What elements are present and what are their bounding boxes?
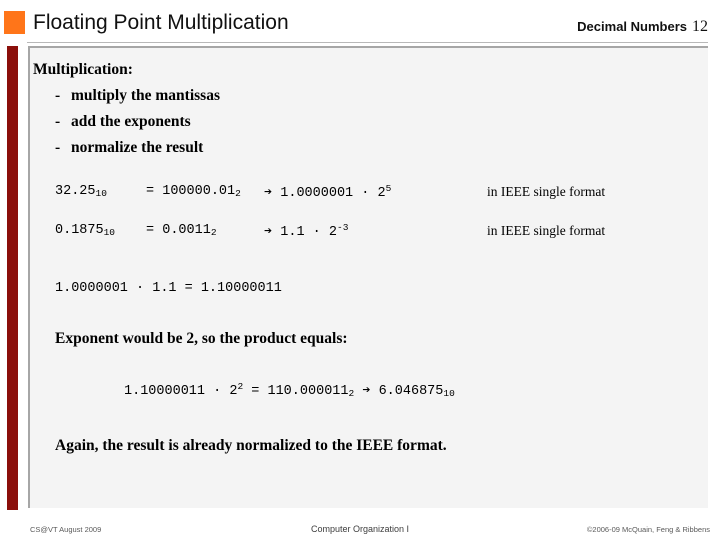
final-exponent: 2 [237,381,244,392]
equation-lhs: 32.2510 [55,184,107,199]
header-divider [27,42,708,43]
left-accent-bar [7,46,18,510]
accent-square-icon [4,11,25,34]
equation-lhs-subscript: 10 [95,188,107,199]
multiply-dot-icon: · [213,384,222,399]
equation-equals: = [146,223,155,238]
bullet-dash: - [55,139,61,156]
equation-middle: = 0.00112 [146,223,217,238]
final-result-binary: 110.000011 [267,384,349,399]
product-line: 1.0000001 · 1.1 = 1.10000011 [55,281,282,296]
equation-base: 2 [328,225,337,240]
final-equation: 1.10000011 · 22 = 110.0000112 ➔ 6.046875… [124,382,455,399]
equation-mid-subscript: 2 [210,227,217,238]
page-title: Floating Point Multiplication [33,11,289,34]
equation-exponent: 5 [385,183,392,194]
bullet-text: add the exponents [71,113,191,130]
equation-note: in IEEE single format [487,184,606,199]
arrow-icon: ➔ [264,186,273,201]
final-result-decimal-subscript: 10 [443,388,455,399]
equation-lhs: 0.187510 [55,223,115,238]
equation-mid-value: 100000.01 [162,184,236,199]
equation-row: 32.2510 = 100000.012 ➔ 1.0000001 · 25 in… [0,184,720,206]
bullet-text: multiply the mantissas [71,87,220,104]
bullet-dash: - [55,113,61,130]
equation-lhs-value: 32.25 [55,184,96,199]
header-right-group: Decimal Numbers 12 [577,18,708,36]
footer-right-text: ©2006-09 McQuain, Feng & Ribbens [586,525,710,534]
equation-mid-value: 0.0011 [162,223,211,238]
slide-number: 12 [692,18,708,35]
lead-line: Multiplication: [33,61,133,78]
equation-base: 2 [377,186,386,201]
equation-lhs-value: 0.1875 [55,223,104,238]
equation-middle: = 100000.012 [146,184,241,199]
bullet-dash: - [55,87,61,104]
list-item: - add the exponents [55,113,191,131]
equation-normalized: ➔ 1.1 · 2-3 [264,223,348,240]
arrow-icon: ➔ [264,225,273,240]
equation-mantissa: 1.0000001 [280,186,354,201]
final-result-decimal: 6.046875 [378,384,444,399]
exponent-note: Exponent would be 2, so the product equa… [55,330,348,347]
multiply-dot-icon: · [312,225,321,240]
slide-header: Floating Point Multiplication Decimal Nu… [0,0,720,43]
final-mantissa: 1.10000011 [124,384,206,399]
equation-mid-subscript: 2 [235,188,241,199]
equation-lhs-subscript: 10 [103,227,116,238]
arrow-icon: ➔ [362,384,371,399]
multiply-dot-icon: · [361,186,370,201]
final-result-binary-subscript: 2 [348,388,355,399]
bullet-text: normalize the result [71,139,204,156]
list-item: - multiply the mantissas [55,87,220,105]
closing-note: Again, the result is already normalized … [55,437,447,454]
equation-note: in IEEE single format [487,223,606,238]
equation-mantissa: 1.1 [280,225,305,240]
list-item: - normalize the result [55,139,203,157]
equation-equals: = [146,184,155,199]
header-topic-label: Decimal Numbers [577,19,687,34]
slide-footer: CS@VT August 2009 Computer Organization … [0,516,720,540]
equation-normalized: ➔ 1.0000001 · 25 [264,184,391,201]
equation-exponent: -3 [337,222,349,233]
equation-row: 0.187510 = 0.00112 ➔ 1.1 · 2-3 in IEEE s… [0,223,720,245]
final-equals: = [251,384,260,399]
